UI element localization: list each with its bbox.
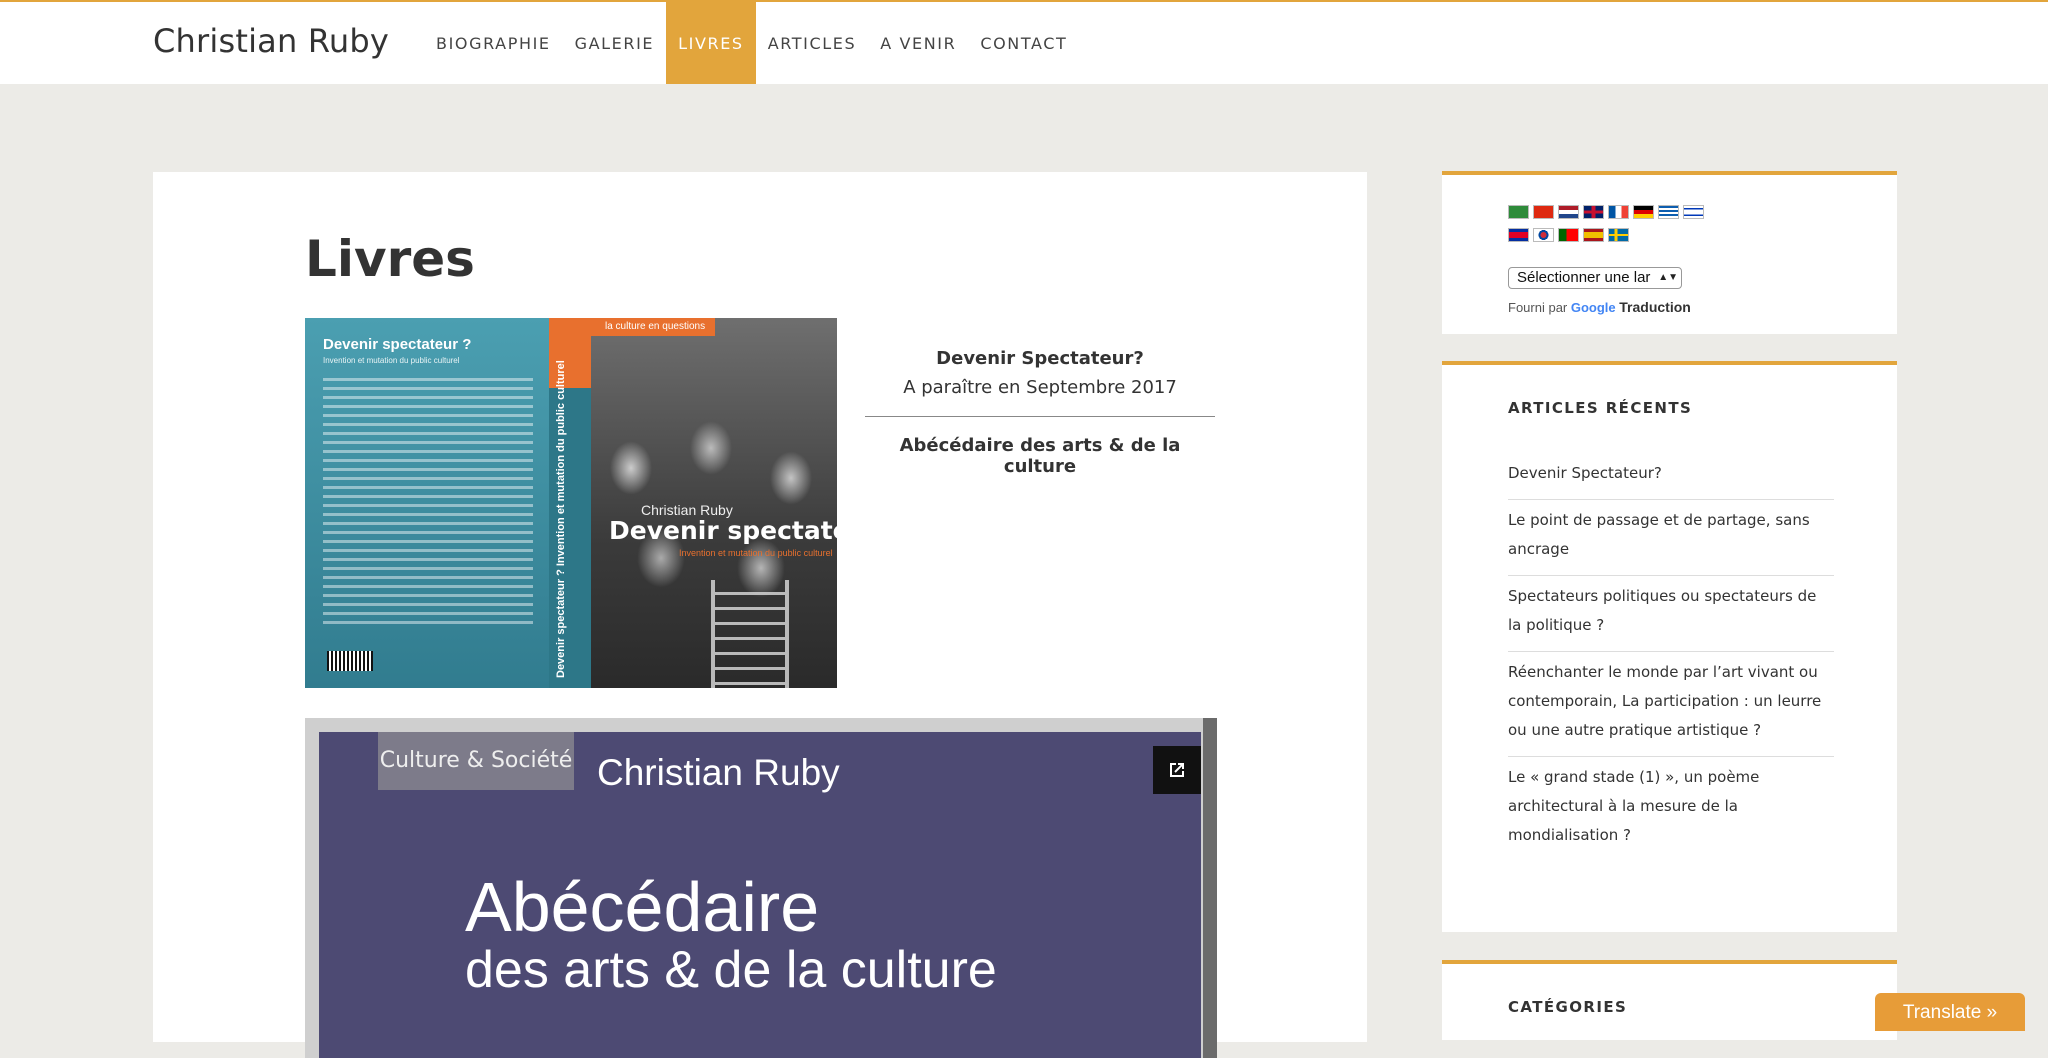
book2-title-line1: Abécédaire xyxy=(465,868,820,946)
recent-article-link[interactable]: Le point de passage et de partage, sans … xyxy=(1508,500,1834,576)
cover-title: Devenir spectateur ? xyxy=(609,516,837,545)
book1-release: A paraître en Septembre 2017 xyxy=(903,377,1177,398)
book2-author: Christian Ruby xyxy=(597,752,840,793)
nav-item-biographie[interactable]: BIOGRAPHIE xyxy=(424,2,563,84)
recent-article-link[interactable]: Devenir Spectateur? xyxy=(1508,453,1834,500)
cover-spine: Devenir spectateur ? Invention et mutati… xyxy=(549,318,591,688)
flag-spanish-icon[interactable] xyxy=(1583,228,1604,242)
cover-back-title: Devenir spectateur ? xyxy=(323,336,472,353)
translation-label[interactable]: Traduction xyxy=(1619,299,1691,315)
flag-hebrew-icon[interactable] xyxy=(1683,205,1704,219)
language-select[interactable]: Sélectionner une lar ▲▼ xyxy=(1508,267,1682,289)
nav-item-articles[interactable]: ARTICLES xyxy=(756,2,869,84)
flag-english-icon[interactable] xyxy=(1583,205,1604,219)
main-content: Livres Devenir spectateur ? Invention et… xyxy=(153,172,1367,1058)
site-title[interactable]: Christian Ruby xyxy=(153,22,389,60)
recent-articles-title: ARTICLES RÉCENTS xyxy=(1508,399,1693,417)
divider xyxy=(865,416,1215,417)
barcode xyxy=(327,651,373,671)
flag-french-icon[interactable] xyxy=(1608,205,1629,219)
nav-item-livres[interactable]: LIVRES xyxy=(666,2,756,84)
book2-title: Abécédaire des arts & de la culture xyxy=(899,435,1181,477)
embedded-document-viewer[interactable]: Culture & Société Christian Ruby Abécéda… xyxy=(305,718,1217,1058)
select-arrows-icon: ▲▼ xyxy=(1658,272,1678,283)
flag-arabic-icon[interactable] xyxy=(1508,205,1529,219)
cover-subtitle: Invention et mutation du public culturel xyxy=(679,548,833,558)
viewer-scrollbar[interactable] xyxy=(1203,718,1217,1058)
translate-widget: Sélectionner une lar ▲▼ Fourni par Googl… xyxy=(1442,171,1897,334)
collection-label: Culture & Société xyxy=(378,732,574,790)
cover-front-photo: la culture en questions Christian Ruby D… xyxy=(591,318,837,688)
main-nav: BIOGRAPHIE GALERIE LIVRES ARTICLES A VEN… xyxy=(424,2,1079,84)
recent-articles-list: Devenir Spectateur? Le point de passage … xyxy=(1508,453,1834,861)
categories-widget: CATÉGORIES xyxy=(1442,960,1897,1040)
flag-german-icon[interactable] xyxy=(1633,205,1654,219)
nav-item-galerie[interactable]: GALERIE xyxy=(563,2,667,84)
book-info: Devenir Spectateur? A paraître en Septem… xyxy=(865,348,1215,477)
flag-korean-icon[interactable] xyxy=(1533,228,1554,242)
flag-portuguese-icon[interactable] xyxy=(1558,228,1579,242)
site-header: Christian Ruby BIOGRAPHIE GALERIE LIVRES… xyxy=(0,0,2048,84)
flag-swedish-icon[interactable] xyxy=(1608,228,1629,242)
cover-back-subtitle: Invention et mutation du public culturel xyxy=(323,356,460,365)
google-logo[interactable]: Google xyxy=(1571,300,1616,315)
recent-article-link[interactable]: Le « grand stade (1) », un poème archite… xyxy=(1508,757,1834,861)
powered-by-label: Fourni par xyxy=(1508,300,1568,315)
flag-khmer-icon[interactable] xyxy=(1508,228,1529,242)
translate-button[interactable]: Translate » xyxy=(1875,993,2025,1031)
cover-back: Devenir spectateur ? Invention et mutati… xyxy=(305,318,549,688)
page-title: Livres xyxy=(305,230,475,288)
book2-title-line2: des arts & de la culture xyxy=(465,941,997,999)
cover-back-text xyxy=(323,378,533,630)
language-select-value: Sélectionner une lar xyxy=(1517,269,1651,286)
open-external-icon[interactable] xyxy=(1153,746,1201,794)
flag-chinese-icon[interactable] xyxy=(1533,205,1554,219)
recent-article-link[interactable]: Réenchanter le monde par l’art vivant ou… xyxy=(1508,652,1834,757)
nav-item-a-venir[interactable]: A VENIR xyxy=(868,2,968,84)
book-cover-devenir-spectateur[interactable]: Devenir spectateur ? Invention et mutati… xyxy=(305,318,837,688)
chair-image xyxy=(711,580,789,688)
series-label: la culture en questions xyxy=(591,318,715,336)
flag-greek-icon[interactable] xyxy=(1658,205,1679,219)
flag-dutch-icon[interactable] xyxy=(1558,205,1579,219)
language-flags xyxy=(1508,205,1708,251)
nav-item-contact[interactable]: CONTACT xyxy=(968,2,1079,84)
book2-cover: Culture & Société Christian Ruby Abécéda… xyxy=(319,732,1201,1058)
recent-article-link[interactable]: Spectateurs politiques ou spectateurs de… xyxy=(1508,576,1834,652)
book1-title: Devenir Spectateur? xyxy=(936,348,1144,369)
spine-text: Devenir spectateur ? Invention et mutati… xyxy=(555,360,567,678)
recent-articles-widget: ARTICLES RÉCENTS Devenir Spectateur? Le … xyxy=(1442,361,1897,932)
categories-title: CATÉGORIES xyxy=(1508,998,1628,1016)
powered-by: Fourni par Google Traduction xyxy=(1508,299,1691,315)
